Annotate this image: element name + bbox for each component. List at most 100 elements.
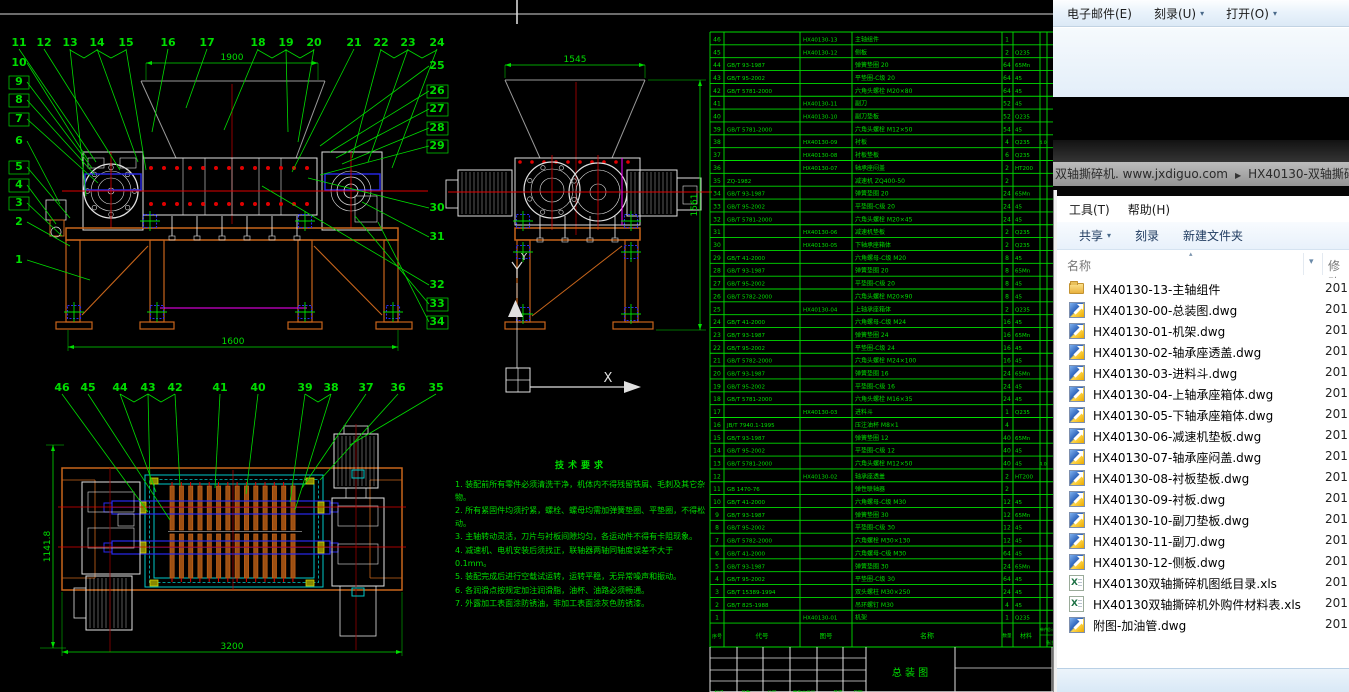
svg-text:11: 11 bbox=[11, 36, 26, 49]
svg-text:2: 2 bbox=[1005, 306, 1009, 313]
file-row[interactable]: HX40130-02-轴承座透盖.dwg201 bbox=[1057, 341, 1349, 362]
file-row[interactable]: HX40130-05-下轴承座箱体.dwg201 bbox=[1057, 404, 1349, 425]
column-header-name[interactable]: 名称 bbox=[1067, 257, 1091, 274]
svg-text:HX40130-12: HX40130-12 bbox=[803, 50, 837, 56]
svg-text:进料斗: 进料斗 bbox=[855, 408, 873, 416]
dwg-file-icon bbox=[1069, 449, 1085, 464]
file-row[interactable]: HX40130-06-减速机垫板.dwg201 bbox=[1057, 425, 1349, 446]
svg-text:45: 45 bbox=[713, 49, 721, 56]
file-modified-date: 201 bbox=[1325, 344, 1348, 358]
svg-text:15: 15 bbox=[713, 435, 721, 442]
svg-text:45: 45 bbox=[1015, 603, 1022, 609]
note-item: 5. 装配完成后进行空载试运转，运转平稳，无异常噪声和振动。 bbox=[455, 571, 707, 584]
file-row[interactable]: HX40130-07-轴承座闷盖.dwg201 bbox=[1057, 446, 1349, 467]
svg-text:GB/T 95-2002: GB/T 95-2002 bbox=[727, 577, 765, 583]
file-row[interactable]: HX40130-03-进料斗.dwg201 bbox=[1057, 362, 1349, 383]
column-divider[interactable] bbox=[1303, 253, 1304, 275]
xls-file-icon bbox=[1069, 596, 1085, 611]
menu-item-label: 刻录(U) bbox=[1154, 5, 1196, 22]
file-row[interactable]: HX40130-09-衬板.dwg201 bbox=[1057, 488, 1349, 509]
svg-text:8: 8 bbox=[1005, 281, 1009, 288]
menu-item[interactable]: 刻录(U)▾ bbox=[1154, 5, 1204, 22]
svg-text:45: 45 bbox=[1015, 539, 1022, 545]
svg-text:1141.8: 1141.8 bbox=[43, 530, 53, 562]
svg-text:主轴组件: 主轴组件 bbox=[855, 35, 879, 43]
svg-text:65Mn: 65Mn bbox=[1015, 333, 1031, 339]
svg-text:2: 2 bbox=[1005, 178, 1009, 185]
svg-text:46: 46 bbox=[54, 381, 70, 394]
chevron-down-icon: ▾ bbox=[1107, 231, 1111, 240]
svg-text:20: 20 bbox=[306, 36, 322, 49]
svg-text:12: 12 bbox=[1003, 499, 1011, 506]
svg-text:54: 54 bbox=[1003, 126, 1011, 133]
dwg-file-icon bbox=[1069, 365, 1085, 380]
svg-text:1561: 1561 bbox=[690, 194, 700, 217]
file-row[interactable]: HX40130双轴撕碎机外购件材料表.xls201 bbox=[1057, 593, 1349, 614]
svg-text:65Mn: 65Mn bbox=[1015, 192, 1031, 198]
file-row[interactable]: HX40130-04-上轴承座箱体.dwg201 bbox=[1057, 383, 1349, 404]
svg-text:侧板: 侧板 bbox=[855, 48, 867, 56]
svg-text:45: 45 bbox=[1015, 346, 1022, 352]
breadcrumb-path[interactable]: 双轴撕碎机. www.jxdiguo.com bbox=[1055, 167, 1228, 181]
svg-text:GB/T 95-2002: GB/T 95-2002 bbox=[727, 526, 765, 532]
file-row[interactable]: HX40130-11-副刀.dwg201 bbox=[1057, 530, 1349, 551]
svg-text:HX40130-11: HX40130-11 bbox=[803, 102, 837, 108]
file-row[interactable]: HX40130-13-主轴组件201 bbox=[1057, 278, 1349, 299]
svg-text:20: 20 bbox=[713, 371, 721, 378]
column-divider[interactable] bbox=[1322, 253, 1323, 275]
file-name: HX40130-04-上轴承座箱体.dwg bbox=[1093, 386, 1273, 403]
address-bar[interactable]: 双轴撕碎机. www.jxdiguo.com▶HX40130-双轴撕碎 bbox=[1053, 162, 1349, 186]
toolbar-button[interactable]: 新建文件夹 bbox=[1183, 227, 1243, 244]
dwg-file-icon bbox=[1069, 344, 1085, 359]
svg-text:GB/T 93-1987: GB/T 93-1987 bbox=[727, 192, 765, 198]
svg-text:36: 36 bbox=[713, 165, 721, 172]
file-row[interactable]: 附图-加油管.dwg201 bbox=[1057, 614, 1349, 635]
file-row[interactable]: HX40130-12-侧板.dwg201 bbox=[1057, 551, 1349, 572]
file-modified-date: 201 bbox=[1325, 575, 1348, 589]
svg-text:13: 13 bbox=[713, 460, 721, 467]
svg-text:GB/T 93-1987: GB/T 93-1987 bbox=[727, 269, 765, 275]
svg-text:平垫圈-C级 12: 平垫圈-C级 12 bbox=[855, 447, 895, 455]
svg-text:64: 64 bbox=[1003, 88, 1011, 95]
svg-text:45: 45 bbox=[1015, 526, 1022, 532]
column-filter-dropdown-icon[interactable]: ▾ bbox=[1309, 257, 1314, 267]
file-row[interactable]: HX40130双轴撕碎机图纸目录.xls201 bbox=[1057, 572, 1349, 593]
svg-text:8: 8 bbox=[715, 525, 719, 532]
file-row[interactable]: HX40130-01-机架.dwg201 bbox=[1057, 320, 1349, 341]
menu-item[interactable]: 帮助(H) bbox=[1128, 201, 1170, 218]
xls-file-icon bbox=[1069, 575, 1085, 590]
menu-item[interactable]: 电子邮件(E) bbox=[1067, 5, 1132, 22]
note-item: 4. 减速机、电机安装后须找正，联轴器两轴同轴度误差不大于0.1mm。 bbox=[455, 545, 707, 570]
svg-text:平垫圈-C级 16: 平垫圈-C级 16 bbox=[855, 382, 895, 390]
file-row[interactable]: HX40130-08-衬板垫板.dwg201 bbox=[1057, 467, 1349, 488]
svg-text:14: 14 bbox=[713, 448, 721, 455]
file-row[interactable]: HX40130-10-副刀垫板.dwg201 bbox=[1057, 509, 1349, 530]
window-gap bbox=[1053, 186, 1349, 196]
svg-text:GB/T 95-2002: GB/T 95-2002 bbox=[727, 76, 765, 82]
menu-item[interactable]: 工具(T) bbox=[1069, 201, 1110, 218]
svg-text:45: 45 bbox=[1015, 461, 1022, 467]
svg-text:HX40130-06: HX40130-06 bbox=[803, 230, 838, 236]
svg-text:1600: 1600 bbox=[222, 337, 245, 347]
svg-text:64: 64 bbox=[1003, 62, 1011, 69]
svg-text:六角螺母-C级 M24: 六角螺母-C级 M24 bbox=[855, 318, 906, 326]
background-window-area bbox=[1053, 28, 1349, 97]
svg-text:35: 35 bbox=[713, 178, 721, 185]
svg-text:HX40130-13: HX40130-13 bbox=[803, 37, 838, 43]
file-row[interactable]: HX40130-00-总装图.dwg201 bbox=[1057, 299, 1349, 320]
svg-text:16: 16 bbox=[160, 36, 176, 49]
toolbar-button-label: 共享 bbox=[1079, 227, 1103, 244]
svg-text:45: 45 bbox=[1015, 127, 1022, 133]
notes-title: 技术要求 bbox=[455, 458, 707, 471]
menu-item-label: 帮助(H) bbox=[1128, 201, 1170, 218]
toolbar-button[interactable]: 刻录 bbox=[1135, 227, 1159, 244]
toolbar-button[interactable]: 共享 ▾ bbox=[1079, 227, 1111, 244]
breadcrumb-current[interactable]: HX40130-双轴撕碎 bbox=[1248, 167, 1349, 181]
svg-text:14: 14 bbox=[89, 36, 105, 49]
svg-text:40: 40 bbox=[250, 381, 266, 394]
svg-text:六角螺母-C级 M30: 六角螺母-C级 M30 bbox=[855, 549, 906, 557]
file-modified-date: 201 bbox=[1325, 596, 1348, 610]
svg-text:24: 24 bbox=[1003, 383, 1011, 390]
menu-item[interactable]: 打开(O)▾ bbox=[1226, 5, 1277, 22]
svg-text:16: 16 bbox=[713, 422, 721, 429]
